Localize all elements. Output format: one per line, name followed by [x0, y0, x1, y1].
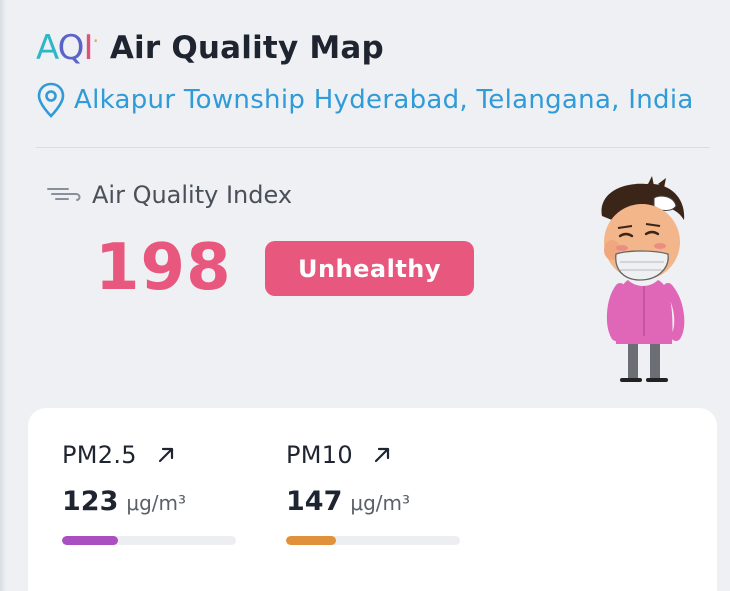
pollutant-unit: μg/m³: [126, 491, 187, 515]
arrow-up-right-icon: [374, 447, 390, 463]
pollutant-pm25[interactable]: PM2.5 123 μg/m³: [62, 440, 262, 545]
wind-icon: [47, 188, 81, 201]
pollutant-level-fill: [286, 536, 337, 545]
pollutant-level-fill: [62, 536, 118, 545]
status-badge: Unhealthy: [265, 241, 474, 296]
location-text: Alkapur Township Hyderabad, Telangana, I…: [74, 85, 694, 115]
pollutant-unit: μg/m³: [350, 491, 411, 515]
app-header: AQI· Air Quality Map: [36, 24, 384, 72]
divider: [36, 147, 710, 148]
location-pin-icon: [37, 82, 65, 118]
map-edge: [0, 0, 6, 591]
location-row[interactable]: Alkapur Township Hyderabad, Telangana, I…: [36, 80, 716, 120]
app-title: Air Quality Map: [109, 30, 384, 66]
pollutant-level-bar: [62, 536, 236, 545]
pollutant-level-bar: [286, 536, 460, 545]
aqi-value: 198: [95, 231, 232, 305]
masked-person-illustration: [601, 176, 685, 382]
pollutant-card: PM2.5 123 μg/m³ PM10 147 μg/m³: [28, 408, 717, 591]
arrow-up-right-icon: [158, 447, 173, 463]
pollutant-name: PM2.5: [62, 441, 137, 469]
pollutant-value: 147: [286, 486, 343, 517]
pollutant-value: 123: [62, 486, 119, 517]
aqi-label: Air Quality Index: [92, 181, 293, 209]
air-quality-screen: AQI· Air Quality Map Alkapur Township Hy…: [0, 0, 730, 591]
pollutant-pm10[interactable]: PM10 147 μg/m³: [286, 440, 486, 545]
aqi-logo: AQI·: [36, 28, 99, 68]
aqi-label-row: Air Quality Index: [46, 178, 292, 212]
pollutant-name: PM10: [286, 441, 353, 469]
